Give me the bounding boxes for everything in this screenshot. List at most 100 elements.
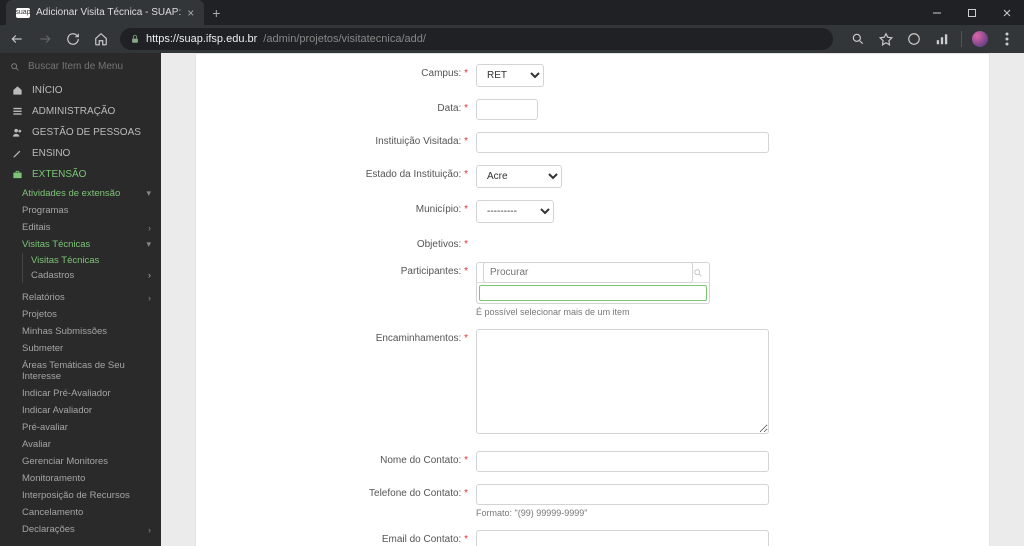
label-estado: Estado da Instituição: bbox=[366, 169, 462, 180]
sidebar-sub-gerenciar[interactable]: Gerenciar Monitores bbox=[0, 453, 161, 470]
required-mark: * bbox=[464, 136, 468, 147]
required-mark: * bbox=[464, 68, 468, 79]
search-icon bbox=[693, 268, 703, 278]
required-mark: * bbox=[464, 455, 468, 466]
browser-tab[interactable]: suap Adicionar Visita Técnica - SUAP: × bbox=[6, 0, 204, 25]
sidebar-search[interactable] bbox=[0, 53, 161, 80]
sidebar-item-ensino[interactable]: ENSINO bbox=[0, 143, 161, 164]
sidebar-sub-atividades[interactable]: Atividades de extensão ▾ bbox=[0, 185, 161, 202]
sidebar-item-extensao[interactable]: EXTENSÃO bbox=[0, 164, 161, 185]
sidebar-sub-minhas[interactable]: Minhas Submissões bbox=[0, 323, 161, 340]
shield-icon[interactable] bbox=[905, 32, 923, 46]
sidebar-item-gestao[interactable]: GESTÃO DE PESSOAS bbox=[0, 122, 161, 143]
participantes-hint: É possível selecionar mais de um item bbox=[476, 307, 769, 317]
label-telefone-contato: Telefone do Contato: bbox=[369, 488, 461, 499]
chevron-down-icon: ▾ bbox=[146, 188, 151, 199]
sidebar-sub-cancel[interactable]: Cancelamento bbox=[0, 504, 161, 521]
sidebar-sub-submeter[interactable]: Submeter bbox=[0, 340, 161, 357]
sidebar-sub-programas[interactable]: Programas bbox=[0, 202, 161, 219]
zoom-icon[interactable] bbox=[849, 32, 867, 46]
campus-select[interactable]: RET bbox=[476, 64, 544, 87]
star-icon[interactable] bbox=[877, 32, 895, 46]
participantes-search-input[interactable] bbox=[483, 262, 693, 283]
chevron-right-icon: › bbox=[148, 270, 151, 281]
data-input[interactable] bbox=[476, 99, 538, 120]
avatar[interactable] bbox=[972, 31, 988, 47]
estado-select[interactable]: Acre bbox=[476, 165, 562, 188]
briefcase-icon bbox=[12, 169, 24, 180]
url-path: /admin/projetos/visitatecnica/add/ bbox=[263, 33, 426, 45]
reload-icon[interactable] bbox=[64, 32, 82, 46]
sidebar-sub-avaliar[interactable]: Avaliar bbox=[0, 436, 161, 453]
telefone-contato-input[interactable] bbox=[476, 484, 769, 505]
sidebar-item-label: ENSINO bbox=[32, 148, 70, 159]
stats-icon[interactable] bbox=[933, 32, 951, 46]
sidebar-sub-areas[interactable]: Áreas Temáticas de Seu Interesse bbox=[0, 357, 161, 385]
sidebar-sub-projetos[interactable]: Projetos bbox=[0, 306, 161, 323]
form-card: Campus: * RET Data: * Instituição Visita… bbox=[195, 53, 990, 546]
home-icon bbox=[12, 85, 24, 96]
minimize-button[interactable] bbox=[919, 0, 954, 25]
window-controls bbox=[919, 0, 1024, 25]
sidebar-item-admin[interactable]: ADMINISTRAÇÃO bbox=[0, 101, 161, 122]
sidebar-sub-editais[interactable]: Editais › bbox=[0, 219, 161, 236]
sidebar-sub-relatorios[interactable]: Relatórios › bbox=[0, 289, 161, 306]
encaminhamentos-textarea[interactable] bbox=[476, 329, 769, 434]
new-tab-button[interactable]: + bbox=[212, 5, 220, 21]
maximize-button[interactable] bbox=[954, 0, 989, 25]
sidebar-sub-indicar-av[interactable]: Indicar Avaliador bbox=[0, 402, 161, 419]
tab-favicon: suap bbox=[16, 8, 30, 18]
url-input[interactable]: https://suap.ifsp.edu.br/admin/projetos/… bbox=[120, 28, 833, 50]
sidebar-sub-indicar-pre[interactable]: Indicar Pré-Avaliador bbox=[0, 385, 161, 402]
nome-contato-input[interactable] bbox=[476, 451, 769, 472]
required-mark: * bbox=[464, 103, 468, 114]
url-host: https://suap.ifsp.edu.br bbox=[146, 33, 257, 45]
required-mark: * bbox=[464, 169, 468, 180]
instituicao-input[interactable] bbox=[476, 132, 769, 153]
close-icon[interactable]: × bbox=[187, 6, 194, 20]
required-mark: * bbox=[464, 204, 468, 215]
sidebar-sub-decl[interactable]: Declarações › bbox=[0, 521, 161, 538]
required-mark: * bbox=[464, 534, 468, 545]
label-encaminhamentos: Encaminhamentos: bbox=[376, 333, 462, 344]
required-mark: * bbox=[464, 239, 468, 250]
label-data: Data: bbox=[437, 103, 461, 114]
required-mark: * bbox=[464, 333, 468, 344]
sidebar-item-label: GESTÃO DE PESSOAS bbox=[32, 127, 141, 138]
sidebar-subsub-visitas[interactable]: Visitas Técnicas bbox=[22, 253, 161, 268]
municipio-select[interactable]: --------- bbox=[476, 200, 554, 223]
label-email-contato: Email do Contato: bbox=[382, 534, 462, 545]
home-icon[interactable] bbox=[92, 32, 110, 46]
sidebar-sub-visitas[interactable]: Visitas Técnicas ▾ bbox=[0, 236, 161, 253]
sidebar-item-label: INÍCIO bbox=[32, 85, 63, 96]
chevron-right-icon: › bbox=[148, 223, 151, 233]
chevron-right-icon: › bbox=[148, 293, 151, 303]
close-window-button[interactable] bbox=[989, 0, 1024, 25]
label-instituicao: Instituição Visitada: bbox=[375, 136, 461, 147]
label-campus: Campus: bbox=[421, 68, 461, 79]
sidebar-sub-preavaliar[interactable]: Pré-avaliar bbox=[0, 419, 161, 436]
required-mark: * bbox=[464, 266, 468, 277]
sidebar-item-label: ADMINISTRAÇÃO bbox=[32, 106, 115, 117]
label-municipio: Município: bbox=[416, 204, 462, 215]
sidebar-sub-interp[interactable]: Interposição de Recursos bbox=[0, 487, 161, 504]
search-input[interactable] bbox=[28, 61, 151, 72]
chevron-down-icon: ▾ bbox=[146, 239, 151, 250]
participantes-widget[interactable] bbox=[476, 262, 710, 304]
sidebar-item-label: EXTENSÃO bbox=[32, 169, 86, 180]
browser-titlebar: suap Adicionar Visita Técnica - SUAP: × … bbox=[0, 0, 1024, 25]
sidebar-subsub-cadastros[interactable]: Cadastros› bbox=[22, 268, 161, 283]
label-nome-contato: Nome do Contato: bbox=[380, 455, 461, 466]
sidebar-sub-monit[interactable]: Monitoramento bbox=[0, 470, 161, 487]
participantes-selection[interactable] bbox=[479, 285, 707, 301]
required-mark: * bbox=[464, 488, 468, 499]
label-participantes: Participantes: bbox=[401, 266, 462, 277]
email-contato-input[interactable] bbox=[476, 530, 769, 546]
telefone-hint: Formato: "(99) 99999-9999" bbox=[476, 508, 769, 518]
forward-icon[interactable] bbox=[36, 32, 54, 46]
users-icon bbox=[12, 127, 24, 138]
back-icon[interactable] bbox=[8, 32, 26, 46]
sidebar-item-inicio[interactable]: INÍCIO bbox=[0, 80, 161, 101]
menu-icon[interactable] bbox=[998, 32, 1016, 46]
tab-title: Adicionar Visita Técnica - SUAP: bbox=[36, 7, 181, 18]
